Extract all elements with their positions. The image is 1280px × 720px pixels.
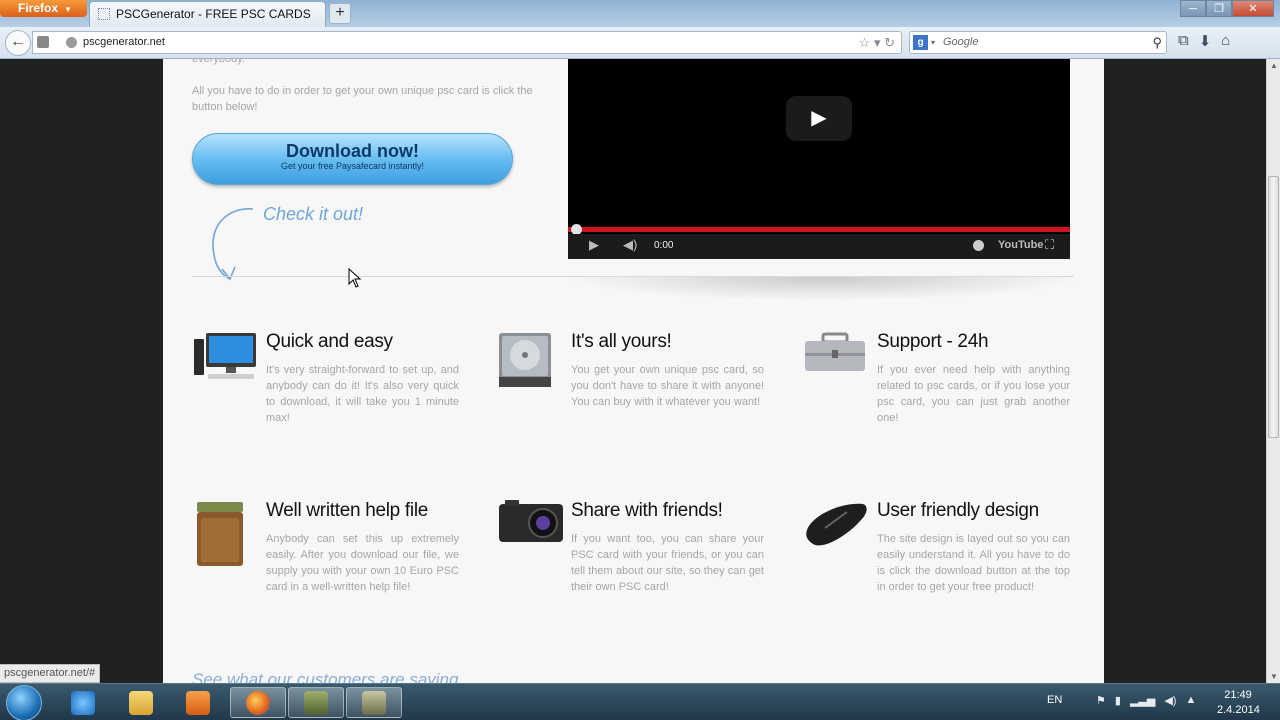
- action-center-icon[interactable]: ⚑: [1096, 694, 1106, 707]
- feature-user-friendly-design: User friendly design The site design is …: [803, 500, 1108, 640]
- status-bar-link: pscgenerator.net/#: [0, 664, 101, 683]
- download-button-subtitle: Get your free Paysafecard instantly!: [280, 161, 425, 171]
- play-icon[interactable]: ▶: [589, 237, 599, 253]
- feature-quick-and-easy: Quick and easy It's very straight-forwar…: [192, 331, 497, 471]
- address-bar[interactable]: pscgenerator.net ☆ ▾ ↻: [32, 31, 902, 54]
- feature-title: Share with friends!: [571, 500, 723, 521]
- page-viewport: everybody. All you have to do in order t…: [0, 59, 1266, 683]
- firefox-menu-button[interactable]: Firefox ▼: [0, 0, 87, 17]
- search-placeholder: Google: [943, 36, 979, 48]
- testimonials-heading: See what our customers are saying: [192, 670, 459, 683]
- books-icon: [197, 502, 243, 566]
- camera-icon: [499, 500, 563, 542]
- video-time: 0:00: [654, 240, 674, 251]
- curved-arrow-icon: [212, 208, 254, 281]
- volume-tray-icon[interactable]: ◀): [1164, 694, 1176, 707]
- volume-icon[interactable]: ◀): [623, 237, 637, 253]
- drive-sync-icon[interactable]: ▲: [1185, 694, 1196, 707]
- feature-title: Support - 24h: [877, 331, 989, 352]
- clock-date: 2.4.2014: [1217, 704, 1260, 716]
- browser-chrome: Firefox ▼ PSCGenerator - FREE PSC CARDS +…: [0, 0, 1280, 59]
- favicon-icon: [98, 8, 110, 20]
- media-player-icon[interactable]: [170, 687, 226, 718]
- language-indicator[interactable]: EN: [1047, 694, 1062, 706]
- app-taskbar-icon-1[interactable]: [288, 687, 344, 718]
- feature-share-with-friends: Share with friends! If you want too, you…: [497, 500, 802, 640]
- tab-bar: Firefox ▼ PSCGenerator - FREE PSC CARDS +…: [0, 0, 1280, 27]
- intro-partial-text: everybody.: [192, 59, 245, 65]
- tab-groups-icon[interactable]: [37, 36, 49, 48]
- feature-text: Anybody can set this up extremely easily…: [266, 533, 459, 593]
- search-box[interactable]: g ▾ Google ⚲: [909, 31, 1167, 54]
- new-tab-button[interactable]: +: [329, 3, 351, 24]
- page-content: everybody. All you have to do in order t…: [163, 59, 1104, 683]
- feature-text: It's very straight-forward to set up, an…: [266, 364, 459, 424]
- history-dropdown-icon[interactable]: ▾: [874, 35, 881, 50]
- feature-title: Quick and easy: [266, 331, 393, 352]
- navigation-toolbar: ← pscgenerator.net ☆ ▾ ↻ g ▾ Google ⚲ ⧉ …: [0, 27, 1280, 59]
- video-progress-bar[interactable]: [568, 227, 1070, 232]
- back-button[interactable]: ←: [5, 30, 31, 56]
- feature-its-all-yours: It's all yours! You get your own unique …: [497, 331, 802, 471]
- window-controls: ─ ❐ ✕: [1180, 0, 1274, 17]
- close-icon[interactable]: ✕: [1232, 0, 1274, 17]
- youtube-logo[interactable]: YouTube: [998, 239, 1043, 251]
- google-icon[interactable]: g: [913, 35, 928, 50]
- youtube-video-player[interactable]: ▶ ▶ ◀) 0:00 YouTube ⛶: [568, 59, 1070, 259]
- hard-drive-icon: [499, 333, 551, 387]
- feature-text: If you want too, you can share your PSC …: [571, 533, 764, 593]
- bookmark-star-icon[interactable]: ☆: [859, 35, 871, 50]
- screenshot-icon[interactable]: ⧉: [1178, 32, 1189, 50]
- dropdown-arrow-icon: ▼: [64, 5, 72, 14]
- intro-text: All you have to do in order to get your …: [192, 85, 533, 113]
- url-text: pscgenerator.net: [83, 36, 165, 48]
- computer-icon: [194, 333, 256, 379]
- toolbox-icon: [805, 332, 865, 371]
- info-icon[interactable]: [973, 240, 984, 251]
- app-taskbar-icon-2[interactable]: [346, 687, 402, 718]
- home-icon[interactable]: ⌂: [1221, 32, 1230, 50]
- feature-well-written-help-file: Well written help file Anybody can set t…: [192, 500, 497, 640]
- scrollbar-thumb[interactable]: [1268, 176, 1279, 438]
- reload-icon[interactable]: ↻: [884, 35, 895, 50]
- browser-tab[interactable]: PSCGenerator - FREE PSC CARDS: [89, 1, 326, 27]
- battery-icon[interactable]: ▮: [1115, 694, 1121, 707]
- download-button-title: Download now!: [286, 141, 419, 161]
- feature-title: Well written help file: [266, 500, 429, 521]
- download-icon[interactable]: ⬇: [1199, 32, 1212, 50]
- network-icon[interactable]: ▂▃▅: [1130, 694, 1155, 707]
- feature-text: You get your own unique psc card, so you…: [571, 364, 764, 408]
- page-scrollbar[interactable]: ▲ ▼: [1266, 59, 1280, 683]
- feature-support-24h: Support - 24h If you ever need help with…: [803, 331, 1108, 471]
- video-controls: ▶ ◀) 0:00 YouTube ⛶: [568, 234, 1070, 259]
- windows-taskbar: EN ⚑ ▮ ▂▃▅ ◀) ▲ 21:49 2.4.2014: [0, 683, 1280, 720]
- feature-title: It's all yours!: [571, 331, 672, 352]
- tab-title: PSCGenerator - FREE PSC CARDS: [116, 7, 311, 21]
- site-identity-icon[interactable]: [66, 37, 77, 48]
- search-icon[interactable]: ⚲: [1152, 32, 1162, 53]
- taskbar-clock[interactable]: 21:49 2.4.2014: [1217, 688, 1260, 718]
- minimize-icon[interactable]: ─: [1180, 0, 1206, 17]
- feature-text: The site design is layed out so you can …: [877, 533, 1070, 593]
- mouse-cursor-icon: [348, 268, 362, 288]
- start-button[interactable]: [6, 685, 42, 720]
- firefox-menu-label: Firefox: [18, 1, 59, 15]
- restore-icon[interactable]: ❐: [1206, 0, 1232, 17]
- search-engine-dropdown-icon[interactable]: ▾: [931, 32, 935, 53]
- divider-shadow: [563, 277, 1083, 301]
- scroll-up-icon[interactable]: ▲: [1270, 61, 1278, 70]
- fullscreen-icon[interactable]: ⛶: [1045, 237, 1054, 253]
- firefox-taskbar-icon[interactable]: [230, 687, 286, 718]
- file-explorer-icon[interactable]: [113, 687, 169, 718]
- mouse-icon: [806, 503, 867, 546]
- check-it-out-text: Check it out!: [263, 204, 364, 224]
- play-button[interactable]: ▶: [786, 96, 852, 141]
- clock-time: 21:49: [1224, 689, 1252, 701]
- internet-explorer-icon[interactable]: [55, 687, 111, 718]
- scroll-down-icon[interactable]: ▼: [1270, 672, 1278, 681]
- feature-text: If you ever need help with anything rela…: [877, 364, 1070, 424]
- feature-title: User friendly design: [877, 500, 1039, 521]
- download-now-button[interactable]: Download now! Get your free Paysafecard …: [192, 133, 513, 185]
